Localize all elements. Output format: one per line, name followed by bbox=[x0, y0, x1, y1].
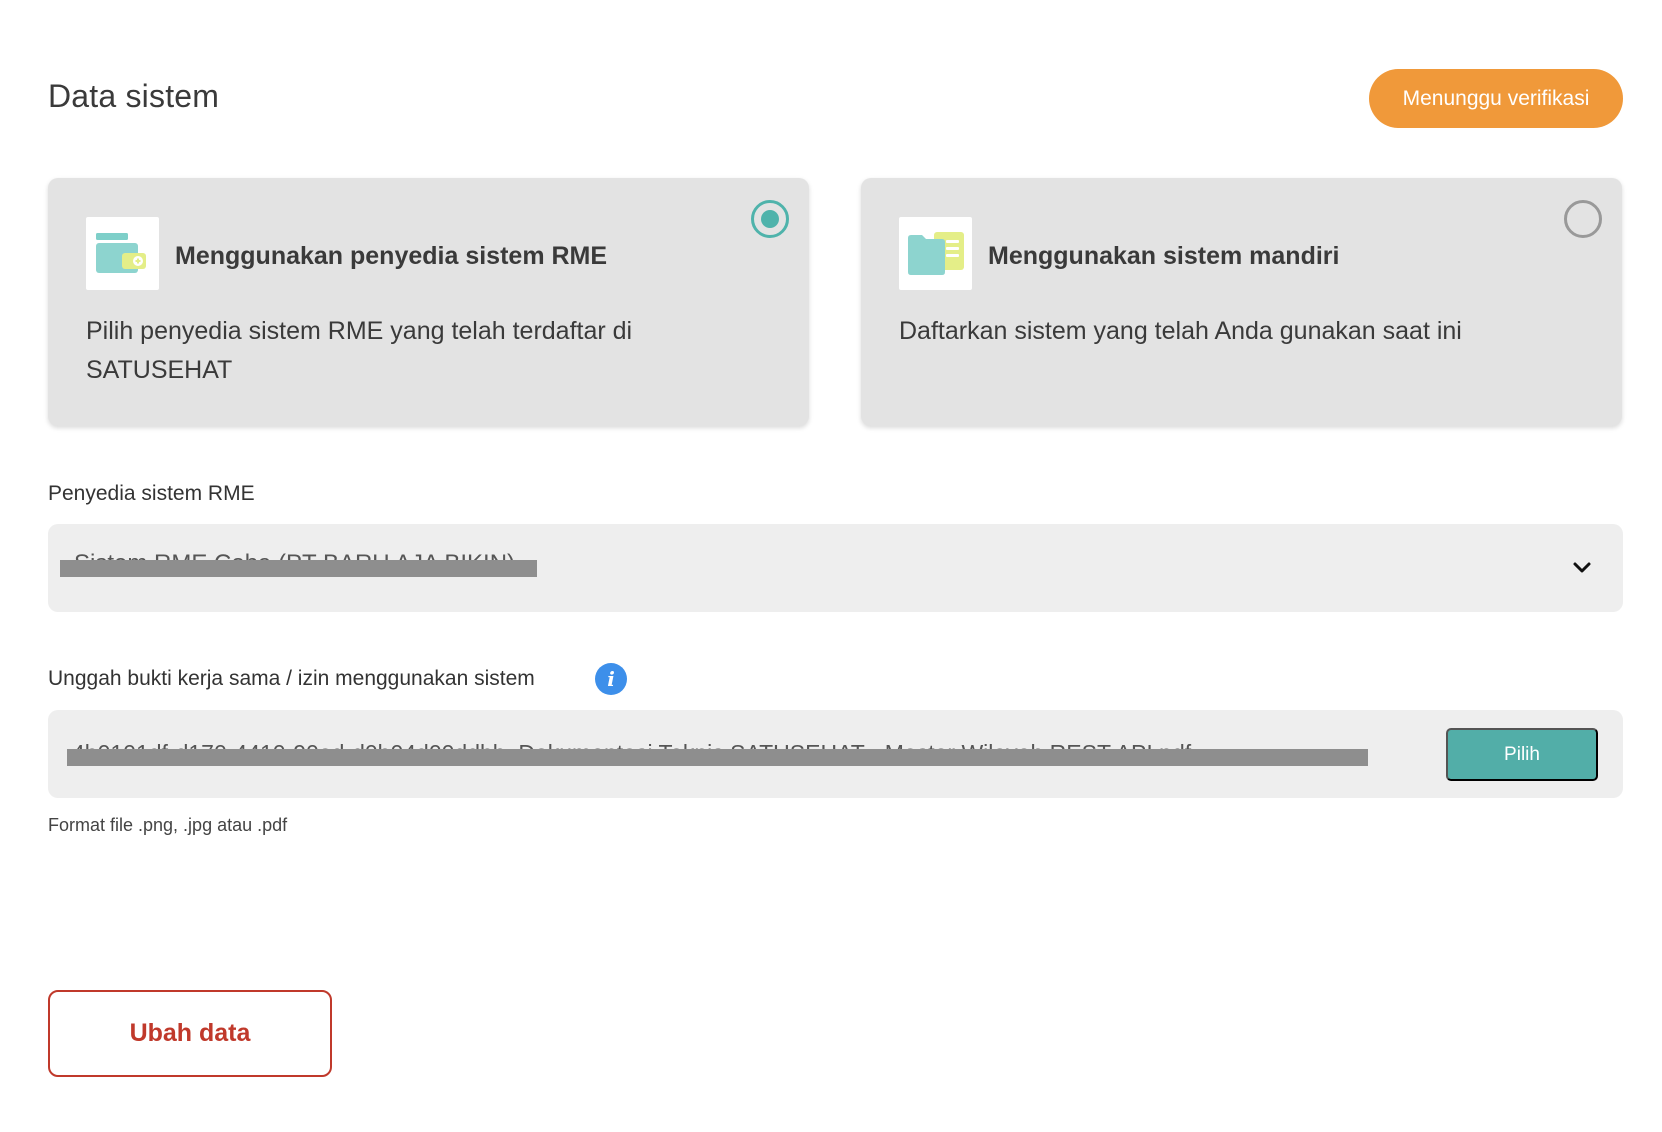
radio-self-system[interactable] bbox=[1564, 200, 1602, 238]
upload-field: 4b0101df-d170-4410-90ad-d0b04d00ddbb_Dok… bbox=[48, 710, 1623, 798]
option-card-self-system[interactable]: Menggunakan sistem mandiri Daftarkan sis… bbox=[861, 178, 1622, 426]
edit-data-button[interactable]: Ubah data bbox=[48, 990, 332, 1077]
option-card-rme-provider[interactable]: Menggunakan penyedia sistem RME Pilih pe… bbox=[48, 178, 809, 426]
file-format-hint: Format file .png, .jpg atau .pdf bbox=[48, 815, 288, 835]
page-title: Data sistem bbox=[48, 78, 220, 114]
info-icon[interactable]: i bbox=[595, 663, 627, 695]
option-title: Menggunakan sistem mandiri bbox=[988, 242, 1340, 270]
provider-select[interactable]: Sistem RME Coba (PT BARU AJA BIKIN) bbox=[48, 524, 1623, 612]
option-description: Pilih penyedia sistem RME yang telah ter… bbox=[86, 317, 633, 384]
chevron-down-icon[interactable] bbox=[1571, 556, 1593, 578]
option-description: Daftarkan sistem yang telah Anda gunakan… bbox=[899, 317, 1462, 345]
radio-rme-provider[interactable] bbox=[751, 200, 789, 238]
choose-file-button[interactable]: Pilih bbox=[1446, 728, 1598, 781]
wallet-card-icon bbox=[86, 217, 159, 290]
option-title: Menggunakan penyedia sistem RME bbox=[175, 242, 608, 270]
upload-field-label: Unggah bukti kerja sama / izin menggunak… bbox=[48, 667, 535, 690]
provider-field-label: Penyedia sistem RME bbox=[48, 482, 255, 505]
folder-document-icon bbox=[899, 217, 972, 290]
redaction-bar bbox=[60, 560, 537, 577]
redaction-bar bbox=[67, 749, 1368, 766]
status-badge: Menunggu verifikasi bbox=[1369, 69, 1623, 128]
